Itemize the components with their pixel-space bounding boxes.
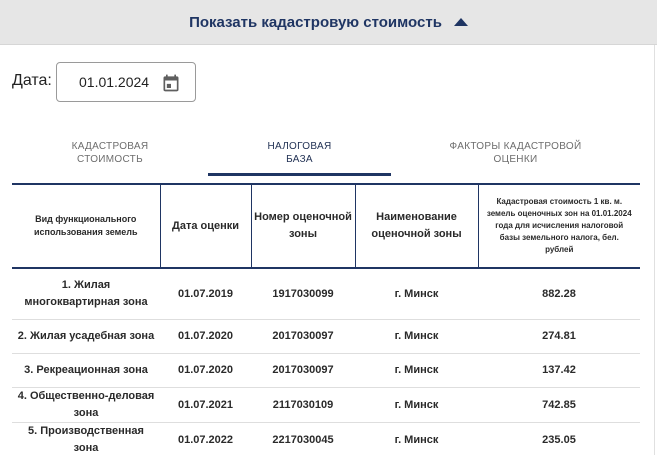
table-header-row: Вид функционального использования земель…: [12, 183, 640, 269]
cell-value: 882.28: [478, 268, 640, 320]
toggle-label: Показать кадастровую стоимость: [189, 13, 442, 31]
tabs: КАДАСТРОВАЯ СТОИМОСТЬ НАЛОГОВАЯ БАЗА ФАКТО…: [12, 130, 640, 178]
cell-date: 01.07.2020: [160, 353, 251, 388]
tab-label-line1: ФАКТОРЫ КАДАСТРОВОЙ: [449, 141, 582, 152]
caret-up-icon: [453, 18, 468, 26]
table-row: 4. Общественно-деловая зона 01.07.2021 2…: [12, 387, 640, 423]
cell-zone-name: г. Минск: [355, 422, 478, 455]
column-header: Наименование оценочной зоны: [354, 183, 478, 269]
cell-zone-number: 2017030097: [251, 319, 355, 354]
cell-use: 4. Общественно-деловая зона: [12, 387, 160, 423]
column-header: Вид функционального использования земель: [12, 183, 160, 269]
cadastral-value-toggle[interactable]: Показать кадастровую стоимость: [0, 0, 657, 45]
cell-value: 274.81: [478, 319, 640, 354]
tab-label-line2: ОЦЕНКИ: [493, 154, 538, 165]
cell-date: 01.07.2019: [160, 268, 251, 320]
table-row: 3. Рекреационная зона 01.07.2020 2017030…: [12, 353, 640, 388]
date-picker[interactable]: [56, 62, 196, 102]
cell-value: 742.85: [478, 387, 640, 423]
cell-zone-name: г. Минск: [355, 353, 478, 388]
cell-date: 01.07.2022: [160, 422, 251, 455]
cell-use: 5. Производственная зона: [12, 422, 160, 455]
cell-zone-number: 1917030099: [251, 268, 355, 320]
cell-zone-number: 2017030097: [251, 353, 355, 388]
cell-zone-number: 2117030109: [251, 387, 355, 423]
cell-value: 137.42: [478, 353, 640, 388]
tab-label-line1: НАЛОГОВАЯ: [267, 141, 332, 152]
active-tab-indicator: [208, 173, 391, 176]
tax-base-table: Вид функционального использования земель…: [12, 183, 640, 455]
cell-zone-name: г. Минск: [355, 319, 478, 354]
cell-use: 1. Жилая многоквартирная зона: [12, 268, 160, 320]
table-row: 1. Жилая многоквартирная зона 01.07.2019…: [12, 268, 640, 320]
date-input[interactable]: [79, 74, 155, 90]
tab-label-line2: СТОИМОСТЬ: [77, 154, 143, 165]
table-row: 5. Производственная зона 01.07.2022 2217…: [12, 422, 640, 455]
tab-label-line2: БАЗА: [286, 154, 313, 165]
tab-label-line1: КАДАСТРОВАЯ: [71, 141, 149, 152]
cell-date: 01.07.2021: [160, 387, 251, 423]
tab-tax-base[interactable]: НАЛОГОВАЯ БАЗА: [208, 130, 391, 176]
table-row: 2. Жилая усадебная зона 01.07.2020 20170…: [12, 319, 640, 354]
column-header: Кадастровая стоимость 1 кв. м. земель оц…: [477, 183, 640, 269]
date-label: Дата:: [12, 72, 52, 89]
cell-use: 2. Жилая усадебная зона: [12, 319, 160, 354]
tab-cadastral-factors[interactable]: ФАКТОРЫ КАДАСТРОВОЙ ОЦЕНКИ: [391, 130, 640, 176]
cell-zone-name: г. Минск: [355, 268, 478, 320]
cell-value: 235.05: [478, 422, 640, 455]
calendar-icon[interactable]: [161, 73, 181, 93]
column-header: Дата оценки: [159, 183, 251, 269]
cell-zone-name: г. Минск: [355, 387, 478, 423]
cell-date: 01.07.2020: [160, 319, 251, 354]
tab-cadastral-value[interactable]: КАДАСТРОВАЯ СТОИМОСТЬ: [12, 130, 208, 176]
column-header: Номер оценочной зоны: [250, 183, 355, 269]
cell-use: 3. Рекреационная зона: [12, 353, 160, 388]
cell-zone-number: 2217030045: [251, 422, 355, 455]
